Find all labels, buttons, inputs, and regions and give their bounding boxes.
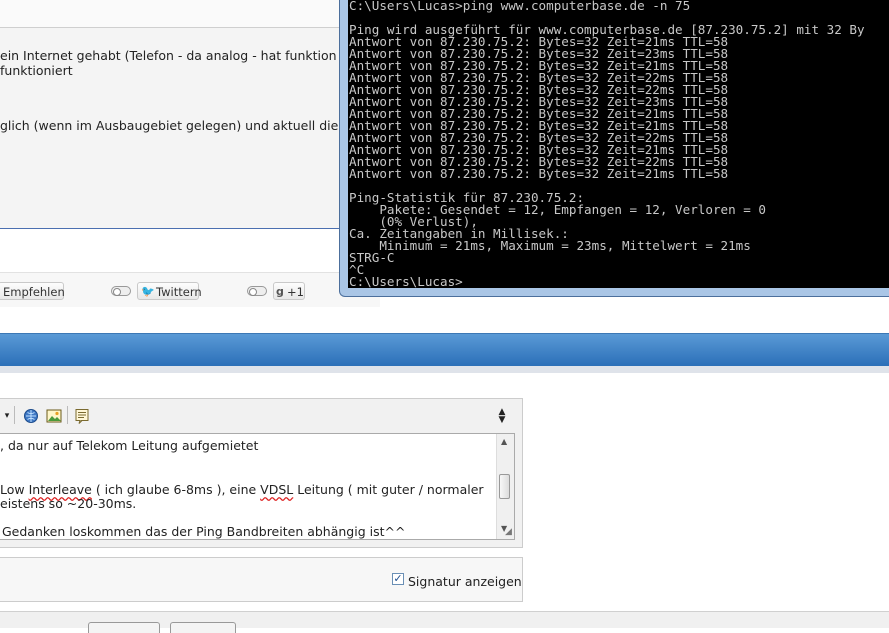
editor-text-line: Gedanken loskommen das der Ping Bandbrei… [2, 524, 406, 539]
post-text-line: funktioniert [0, 63, 73, 78]
quote-icon[interactable] [74, 408, 90, 424]
console-line: Minimum = 21ms, Maximum = 23ms, Mittelwe… [349, 238, 751, 253]
console-text: C:\Users\Lucas>ping www.computerbase.de … [348, 0, 889, 288]
insert-link-icon[interactable] [23, 408, 39, 424]
editor-toolbar: ▾ ▲ ▼ [0, 399, 522, 431]
toolbar-separator [14, 406, 15, 424]
console-line: Antwort von 87.230.75.2: Bytes=32 Zeit=2… [349, 166, 729, 181]
toolbar-separator [67, 406, 68, 424]
post-text-line: ein Internet gehabt (Telefon - da analog… [0, 48, 337, 63]
signature-label: Signatur anzeigen [408, 574, 522, 589]
twittern-label: Twittern [156, 285, 202, 299]
form-button-row [0, 611, 889, 633]
resize-toggle-icon[interactable]: ▲ ▼ [496, 408, 508, 425]
twitter-bird-icon: 🐦 [141, 285, 155, 298]
social-share-bar: Empfehlen 🐦 Twittern g +1 [0, 272, 380, 307]
post-text-line: glich (wenn im Ausbaugebiet gelegen) und… [0, 118, 348, 133]
editor-text-line: , da nur auf Telekom Leitung aufgemietet [0, 438, 259, 453]
command-prompt-window[interactable]: C:\Users\Lucas>ping www.computerbase.de … [339, 0, 889, 297]
console-line: STRG-C [349, 250, 395, 265]
dropdown-arrow-icon[interactable]: ▾ [2, 408, 12, 424]
plusone-button[interactable]: g +1 [273, 282, 305, 300]
reply-section-header [0, 333, 889, 366]
googleplus-privacy-toggle[interactable] [247, 286, 267, 296]
plusone-label: +1 [287, 285, 304, 299]
console-output-area[interactable]: C:\Users\Lucas>ping www.computerbase.de … [348, 0, 889, 288]
reply-editor: ▾ ▲ ▼ , da nur auf Telekom Leitung aufgem… [0, 398, 523, 548]
textarea-scrollbar[interactable]: ▲ ▼ [496, 434, 514, 539]
editor-text-line: Low Interleave ( ich glaube 6-8ms ), ein… [0, 482, 484, 497]
google-g-icon: g [276, 285, 284, 298]
scrollbar-thumb[interactable] [499, 474, 510, 499]
insert-image-icon[interactable] [46, 408, 62, 424]
twittern-button[interactable]: 🐦 Twittern [137, 282, 202, 300]
scroll-up-icon[interactable]: ▲ [501, 437, 507, 446]
console-line: C:\Users\Lucas>ping www.computerbase.de … [349, 0, 691, 13]
post-header [0, 0, 345, 28]
twitter-privacy-toggle[interactable] [111, 286, 131, 296]
console-line: C:\Users\Lucas> [349, 274, 463, 288]
post-content: ein Internet gehabt (Telefon - da analog… [0, 28, 348, 229]
resize-grip-icon[interactable]: ◢ [505, 527, 512, 537]
editor-text-line: eistens so ~20-30ms. [0, 496, 137, 511]
form-button[interactable] [170, 622, 236, 633]
signature-checkbox[interactable]: ✓ [392, 573, 404, 585]
empfehlen-button[interactable]: Empfehlen [0, 282, 65, 300]
post-options: ✓ Signatur anzeigen [0, 557, 523, 602]
form-button[interactable] [88, 622, 160, 633]
message-textarea[interactable]: , da nur auf Telekom Leitung aufgemietet… [0, 433, 515, 540]
section-divider [0, 366, 889, 373]
